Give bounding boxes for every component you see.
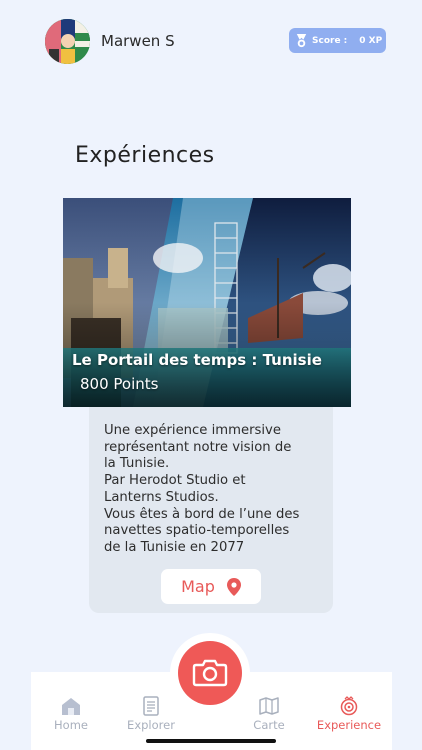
score-value: 0 XP	[359, 35, 383, 46]
page-title: Expériences	[75, 143, 215, 168]
home-icon	[62, 698, 80, 715]
experience-points: 800 Points	[80, 375, 159, 393]
experience-title: Le Portail des temps : Tunisie	[72, 351, 322, 369]
username: Marwen S	[101, 32, 175, 50]
experience-description-panel: Une expérience immersive représentant no…	[89, 407, 333, 613]
home-indicator[interactable]	[146, 739, 276, 743]
map-button-label: Map	[181, 577, 215, 596]
experience-description: Une expérience immersive représentant no…	[104, 423, 300, 555]
experience-card-image[interactable]: Le Portail des temps : Tunisie 800 Point…	[63, 198, 351, 407]
medal-icon	[296, 33, 307, 48]
tab-home-label: Home	[54, 718, 88, 732]
tab-carte-label: Carte	[253, 718, 285, 732]
map-icon	[259, 697, 279, 715]
score-label: Score :	[312, 35, 348, 46]
location-pin-icon	[226, 577, 241, 596]
camera-button[interactable]	[178, 641, 242, 705]
avatar[interactable]	[45, 19, 90, 64]
tab-home[interactable]: Home	[31, 696, 111, 732]
map-button[interactable]: Map	[161, 569, 261, 604]
experience-icon	[340, 696, 358, 716]
header: Marwen S Score : 0 XP	[0, 0, 422, 84]
tab-explorer-label: Explorer	[127, 718, 175, 732]
document-icon	[143, 696, 159, 716]
tab-experience-label: Experience	[316, 718, 382, 732]
camera-icon	[192, 659, 228, 687]
tab-experience[interactable]: Experience	[309, 696, 389, 732]
tab-explorer[interactable]: Explorer	[111, 696, 191, 732]
tab-carte[interactable]: Carte	[229, 696, 309, 732]
score-badge: Score : 0 XP	[289, 28, 386, 53]
